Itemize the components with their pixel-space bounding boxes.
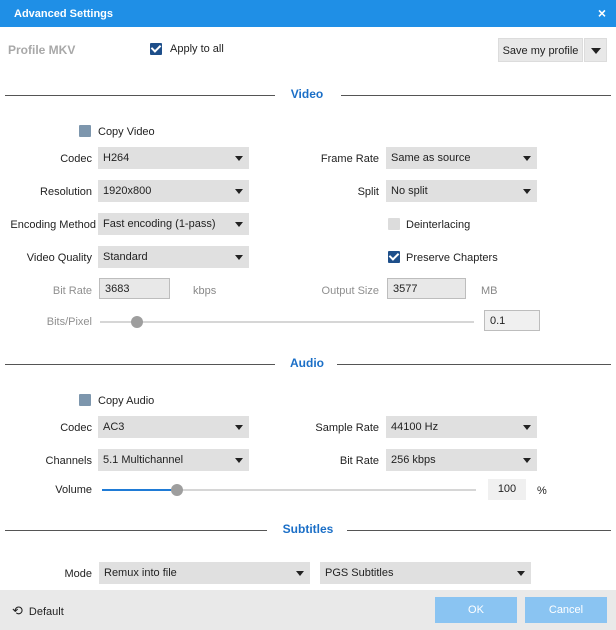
video-codec-value: H264 [103, 152, 130, 164]
resolution-label: Resolution [40, 186, 92, 198]
preserve-chapters-checkbox[interactable] [388, 251, 400, 263]
volume-label: Volume [55, 484, 92, 496]
subtitle-format-value: PGS Subtitles [325, 567, 394, 579]
chevron-down-icon [523, 425, 531, 430]
chevron-down-icon [517, 571, 525, 576]
chevron-down-icon [235, 425, 243, 430]
apply-to-all-checkbox[interactable] [150, 43, 162, 55]
split-label: Split [357, 186, 379, 198]
deinterlacing-checkbox[interactable] [388, 218, 400, 230]
subtitle-mode-value: Remux into file [104, 567, 177, 579]
resolution-select[interactable]: 1920x800 [98, 180, 249, 202]
frame-rate-label: Frame Rate [320, 153, 379, 165]
audio-codec-select[interactable]: AC3 [98, 416, 249, 438]
audio-codec-value: AC3 [103, 421, 125, 433]
bits-pixel-slider[interactable] [100, 321, 474, 323]
split-value: No split [391, 185, 428, 197]
chevron-down-icon [235, 222, 243, 227]
copy-video-checkbox[interactable] [79, 125, 91, 137]
chevron-down-icon [235, 156, 243, 161]
copy-video-label: Copy Video [98, 126, 155, 138]
default-label: Default [28, 606, 64, 618]
reset-icon: ⟲ [12, 603, 23, 618]
deinterlacing-label: Deinterlacing [406, 219, 471, 231]
divider [337, 364, 611, 365]
volume-slider[interactable] [102, 489, 476, 491]
default-button[interactable]: ⟲ Default [12, 603, 64, 619]
chevron-down-icon [523, 189, 531, 194]
video-codec-label: Codec [60, 153, 92, 165]
bits-pixel-slider-handle[interactable] [131, 316, 144, 328]
apply-to-all-label: Apply to all [170, 43, 224, 55]
video-quality-select[interactable]: Standard [98, 246, 249, 268]
title-bar: Advanced Settings × [0, 0, 616, 27]
footer-bar: ⟲ Default OK Cancel [0, 590, 616, 630]
encoding-method-value: Fast encoding (1-pass) [103, 218, 216, 230]
bits-pixel-label: Bits/Pixel [46, 316, 92, 328]
encoding-method-label: Encoding Method [10, 219, 96, 231]
bits-pixel-input[interactable]: 0.1 [484, 310, 540, 331]
divider [341, 95, 611, 96]
audio-codec-label: Codec [60, 422, 92, 434]
frame-rate-select[interactable]: Same as source [386, 147, 537, 169]
subtitle-format-select[interactable]: PGS Subtitles [320, 562, 531, 584]
preserve-chapters-label: Preserve Chapters [406, 252, 498, 264]
audio-bit-rate-label: Bit Rate [339, 455, 379, 467]
video-bit-rate-unit: kbps [193, 285, 217, 297]
volume-unit: % [537, 485, 547, 497]
chevron-down-icon [235, 458, 243, 463]
divider [347, 530, 611, 531]
profile-label: Profile MKV [8, 43, 76, 57]
subtitle-mode-label: Mode [64, 568, 92, 580]
save-profile-dropdown-button[interactable] [584, 38, 607, 62]
volume-slider-handle[interactable] [170, 484, 183, 496]
video-quality-value: Standard [103, 251, 148, 263]
video-quality-label: Video Quality [26, 252, 92, 264]
close-icon[interactable]: × [598, 5, 606, 21]
chevron-down-icon [591, 48, 601, 54]
subtitles-section-header: Subtitles [0, 522, 616, 538]
split-select[interactable]: No split [386, 180, 537, 202]
audio-heading: Audio [290, 356, 324, 370]
subtitles-heading: Subtitles [282, 522, 334, 536]
channels-value: 5.1 Multichannel [103, 454, 184, 466]
volume-input[interactable]: 100 [488, 479, 526, 500]
video-section-header: Video [0, 87, 616, 103]
copy-audio-checkbox[interactable] [79, 394, 91, 406]
video-heading: Video [290, 87, 324, 101]
window-title: Advanced Settings [14, 8, 114, 20]
audio-section-header: Audio [0, 356, 616, 372]
sample-rate-label: Sample Rate [315, 422, 379, 434]
save-profile-button[interactable]: Save my profile [498, 38, 583, 62]
output-size-input[interactable]: 3577 [387, 278, 466, 299]
sample-rate-value: 44100 Hz [391, 421, 439, 433]
audio-bit-rate-select[interactable]: 256 kbps [386, 449, 537, 471]
cancel-button[interactable]: Cancel [525, 597, 607, 623]
save-profile-label: Save my profile [502, 45, 579, 57]
divider [5, 530, 267, 531]
subtitle-mode-select[interactable]: Remux into file [99, 562, 310, 584]
output-size-label: Output Size [321, 285, 379, 297]
chevron-down-icon [296, 571, 304, 576]
chevron-down-icon [523, 458, 531, 463]
resolution-value: 1920x800 [103, 185, 152, 197]
chevron-down-icon [235, 189, 243, 194]
divider [5, 95, 275, 96]
volume-slider-fill [102, 489, 177, 491]
video-bit-rate-label: Bit Rate [52, 285, 92, 297]
audio-bit-rate-value: 256 kbps [391, 454, 436, 466]
encoding-method-select[interactable]: Fast encoding (1-pass) [98, 213, 249, 235]
output-size-unit: MB [481, 285, 498, 297]
chevron-down-icon [523, 156, 531, 161]
sample-rate-select[interactable]: 44100 Hz [386, 416, 537, 438]
channels-label: Channels [45, 455, 92, 467]
divider [5, 364, 275, 365]
frame-rate-value: Same as source [391, 152, 471, 164]
copy-audio-label: Copy Audio [98, 395, 155, 407]
video-codec-select[interactable]: H264 [98, 147, 249, 169]
video-bit-rate-input[interactable]: 3683 [99, 278, 170, 299]
channels-select[interactable]: 5.1 Multichannel [98, 449, 249, 471]
chevron-down-icon [235, 255, 243, 260]
ok-button[interactable]: OK [435, 597, 517, 623]
